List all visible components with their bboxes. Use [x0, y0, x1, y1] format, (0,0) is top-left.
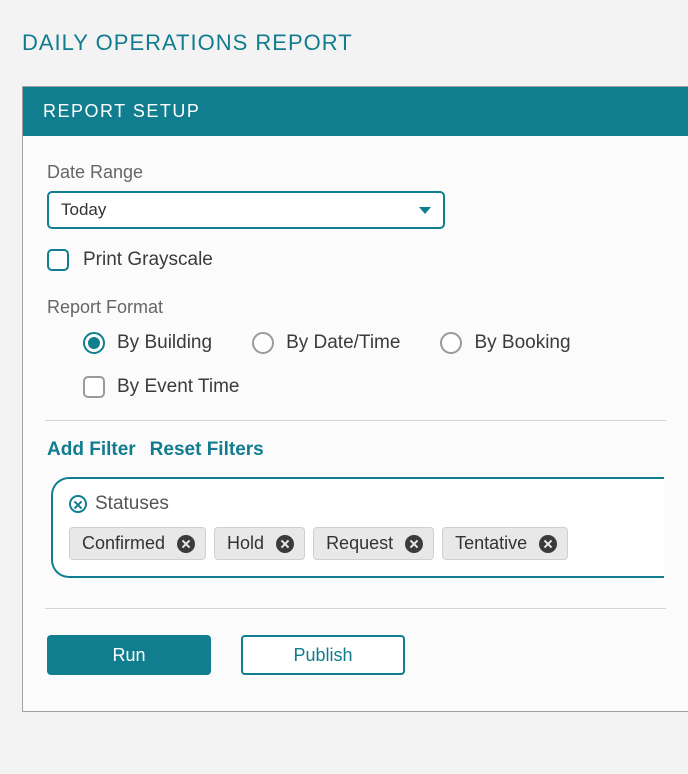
radio-by-date-time[interactable]: By Date/Time	[252, 332, 400, 354]
panel-body: Date Range Today Print Grayscale Report …	[23, 136, 688, 711]
radio-label: By Building	[117, 332, 212, 354]
report-format-label: Report Format	[47, 297, 664, 318]
clear-filter-icon[interactable]	[69, 495, 87, 513]
radio-label: By Booking	[474, 332, 570, 354]
chip-label: Confirmed	[82, 533, 165, 554]
add-filter-link[interactable]: Add Filter	[47, 439, 136, 461]
report-setup-panel: REPORT SETUP Date Range Today Print Gray…	[22, 86, 688, 712]
radio-by-booking[interactable]: By Booking	[440, 332, 570, 354]
close-icon[interactable]	[539, 535, 557, 553]
filter-name: Statuses	[95, 493, 169, 515]
radio-icon	[252, 332, 274, 354]
divider	[45, 608, 666, 609]
chip-confirmed: Confirmed	[69, 527, 206, 560]
chevron-down-icon	[419, 207, 431, 214]
panel-header: REPORT SETUP	[23, 87, 688, 136]
page-title: DAILY OPERATIONS REPORT	[22, 30, 688, 56]
radio-label: By Date/Time	[286, 332, 400, 354]
divider	[45, 420, 666, 421]
reset-filters-link[interactable]: Reset Filters	[150, 439, 264, 461]
chip-request: Request	[313, 527, 434, 560]
chip-label: Hold	[227, 533, 264, 554]
radio-icon	[83, 332, 105, 354]
close-icon[interactable]	[177, 535, 195, 553]
chip-label: Tentative	[455, 533, 527, 554]
date-range-label: Date Range	[47, 162, 664, 183]
radio-icon	[440, 332, 462, 354]
close-icon[interactable]	[276, 535, 294, 553]
date-range-select[interactable]: Today	[47, 191, 445, 229]
chip-tentative: Tentative	[442, 527, 568, 560]
print-grayscale-label: Print Grayscale	[83, 249, 213, 271]
print-grayscale-checkbox[interactable]	[47, 249, 69, 271]
date-range-value: Today	[61, 200, 106, 220]
radio-icon	[83, 376, 105, 398]
chip-label: Request	[326, 533, 393, 554]
publish-button[interactable]: Publish	[241, 635, 405, 675]
radio-label: By Event Time	[117, 376, 240, 398]
chip-hold: Hold	[214, 527, 305, 560]
active-filter-box: Statuses Confirmed Hold Request	[51, 477, 664, 578]
run-button[interactable]: Run	[47, 635, 211, 675]
close-icon[interactable]	[405, 535, 423, 553]
radio-by-building[interactable]: By Building	[83, 332, 212, 354]
radio-by-event-time[interactable]: By Event Time	[83, 376, 240, 398]
